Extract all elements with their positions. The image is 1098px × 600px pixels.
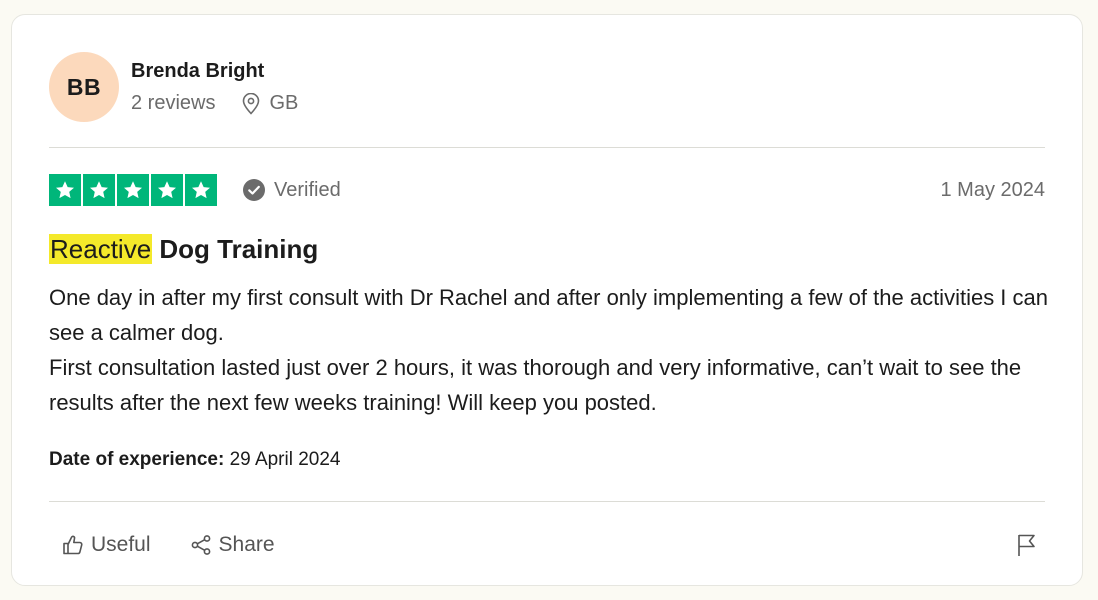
star-rating (49, 174, 219, 206)
star-icon (117, 174, 149, 206)
avatar[interactable]: BB (49, 52, 119, 122)
useful-label: Useful (91, 533, 151, 556)
star-icon (83, 174, 115, 206)
review-title[interactable]: Reactive Dog Training (49, 232, 318, 266)
star-icon (49, 174, 81, 206)
flag-icon (1018, 534, 1035, 556)
divider-top (49, 147, 1045, 148)
review-card: BB Brenda Bright 2 reviews GB Verified 1… (11, 14, 1083, 586)
reviewer-header: BB Brenda Bright 2 reviews GB (49, 52, 298, 122)
useful-button[interactable]: Useful (61, 533, 151, 557)
reviewer-location: GB (241, 92, 298, 115)
verified-check-icon (243, 179, 265, 201)
report-flag-button[interactable] (1015, 532, 1045, 558)
share-icon (191, 535, 210, 555)
share-button[interactable]: Share (189, 533, 275, 557)
share-label: Share (218, 533, 275, 556)
reviewer-info: Brenda Bright 2 reviews GB (131, 59, 298, 115)
reviewer-name[interactable]: Brenda Bright (131, 59, 298, 83)
reviewer-country: GB (269, 92, 299, 114)
verified-label: Verified (274, 178, 341, 201)
reviews-count: 2 reviews (131, 92, 216, 114)
title-highlight: Reactive (49, 234, 153, 264)
review-body-line: One day in after my first consult with D… (49, 285, 1049, 345)
experience-date: 29 April 2024 (229, 449, 341, 470)
title-rest: Dog Training (159, 234, 319, 264)
location-pin-icon (243, 92, 260, 115)
review-date: 1 May 2024 (940, 178, 1045, 201)
review-actions: Useful Share (49, 529, 1045, 561)
thumbs-up-icon (63, 535, 83, 555)
reviewer-meta: 2 reviews GB (131, 92, 298, 115)
review-body: One day in after my first consult with D… (49, 280, 1049, 420)
rating-row: Verified 1 May 2024 (49, 174, 1045, 206)
verified-badge[interactable]: Verified (243, 179, 341, 202)
date-of-experience: Date of experience: 29 April 2024 (49, 449, 341, 471)
divider-bottom (49, 501, 1045, 502)
experience-label: Date of experience: (49, 449, 225, 470)
review-body-line: First consultation lasted just over 2 ho… (49, 355, 1022, 415)
star-icon (151, 174, 183, 206)
star-icon (185, 174, 217, 206)
